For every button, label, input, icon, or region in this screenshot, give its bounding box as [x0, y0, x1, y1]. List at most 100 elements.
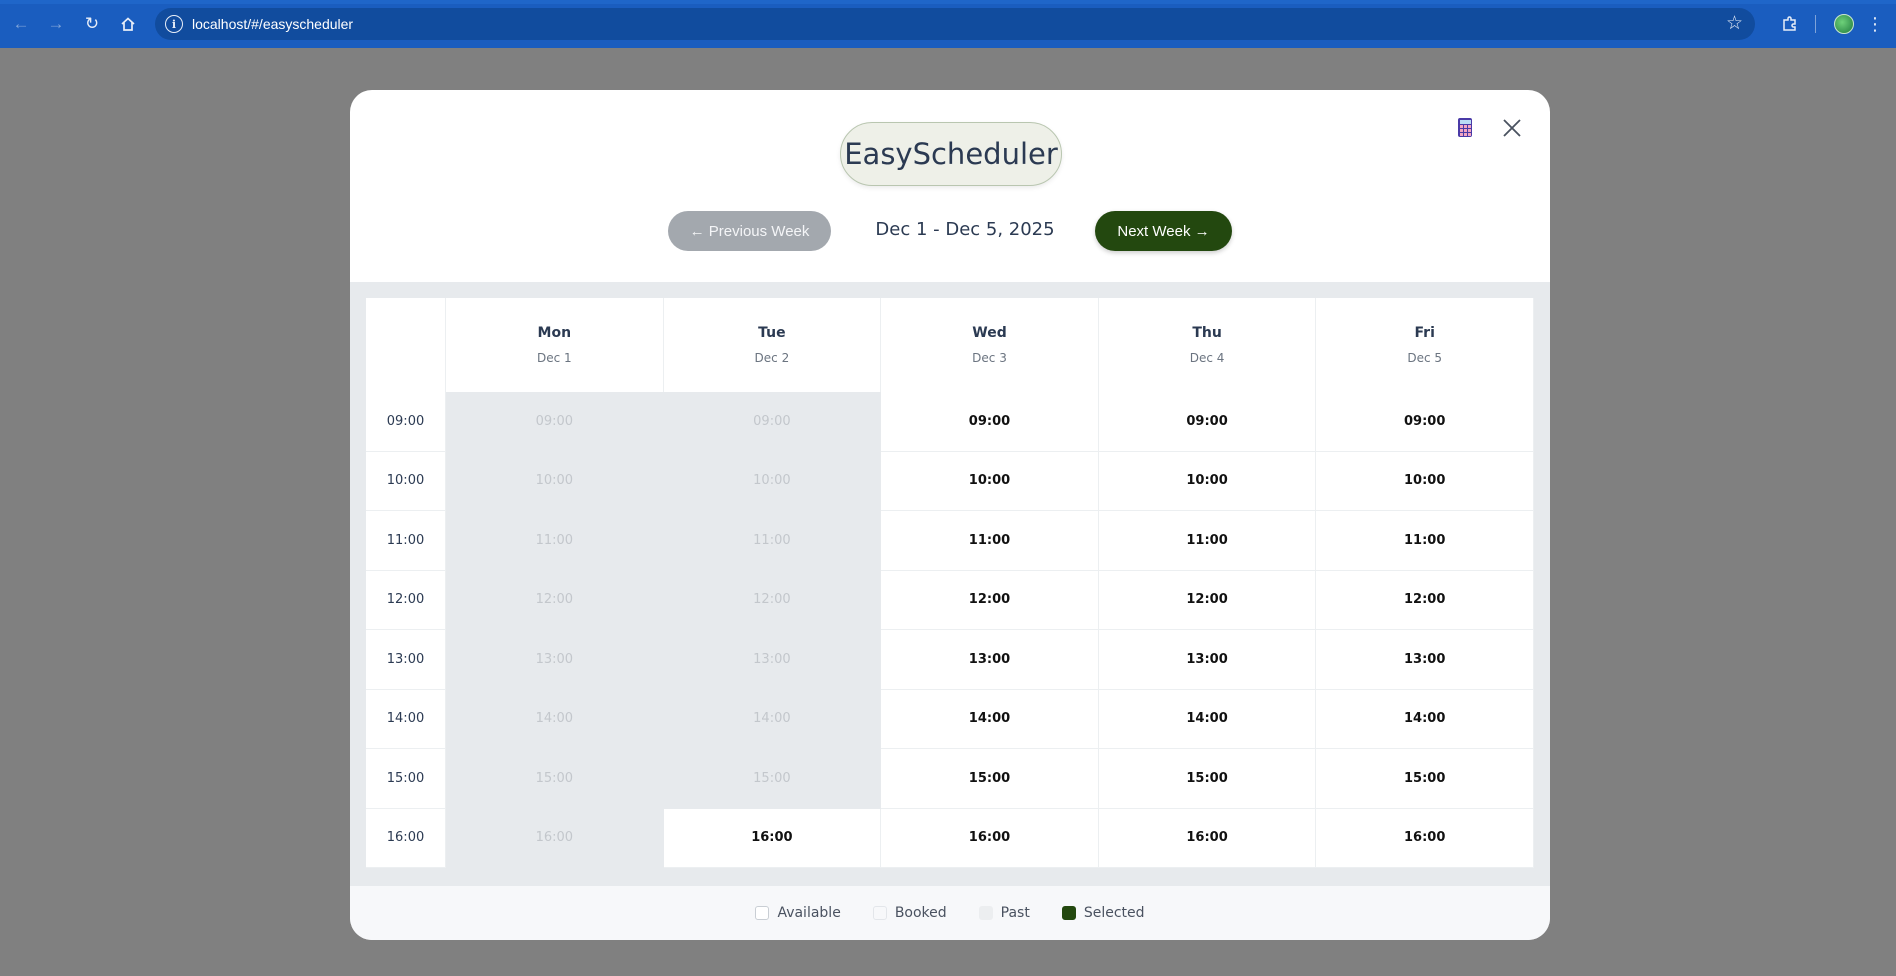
- home-icon[interactable]: [116, 12, 140, 36]
- forward-icon[interactable]: →: [44, 12, 68, 36]
- browser-toolbar: ← → ↻ i localhost/#/easyscheduler ☆ ⋮: [0, 0, 1896, 48]
- time-slot-mon-0900: 09:00: [446, 392, 664, 452]
- time-slot-mon-1500: 15:00: [446, 749, 664, 809]
- time-slot-fri-0900[interactable]: 09:00: [1316, 392, 1534, 452]
- time-slot-thu-0900[interactable]: 09:00: [1098, 392, 1317, 452]
- time-slot-wed-1400[interactable]: 14:00: [881, 689, 1099, 749]
- day-date: Dec 4: [1189, 351, 1225, 365]
- selected-swatch: [1061, 906, 1076, 920]
- time-slot-mon-1200: 12:00: [446, 570, 664, 630]
- time-slot-tue-0900: 09:00: [663, 392, 882, 452]
- time-label: 09:00: [366, 392, 446, 452]
- grid-corner: [366, 298, 446, 392]
- next-week-button[interactable]: Next Week →: [1095, 211, 1232, 251]
- time-label: 15:00: [366, 749, 446, 809]
- time-slot-thu-1300[interactable]: 13:00: [1098, 630, 1317, 690]
- extensions-icon[interactable]: [1778, 12, 1802, 36]
- browser-menu-icon[interactable]: ⋮: [1866, 12, 1884, 36]
- calculator-icon[interactable]: [1458, 118, 1472, 137]
- available-swatch: [755, 906, 770, 920]
- legend-booked-label: Booked: [894, 905, 947, 921]
- day-header-mon: Mon Dec 1: [446, 298, 664, 392]
- time-slot-fri-1500[interactable]: 15:00: [1316, 749, 1534, 809]
- day-header-wed: Wed Dec 3: [881, 298, 1099, 392]
- legend-available: Available: [755, 905, 841, 921]
- time-slot-wed-1100[interactable]: 11:00: [881, 511, 1099, 571]
- legend-booked: Booked: [872, 905, 947, 921]
- day-date: Dec 1: [536, 351, 572, 365]
- bookmark-star-icon[interactable]: ☆: [1726, 12, 1743, 35]
- time-slot-wed-1300[interactable]: 13:00: [881, 630, 1099, 690]
- time-slot-wed-1500[interactable]: 15:00: [881, 749, 1099, 809]
- time-slot-tue-1400: 14:00: [663, 689, 882, 749]
- legend-available-label: Available: [777, 905, 841, 921]
- time-slot-wed-0900[interactable]: 09:00: [881, 392, 1099, 452]
- legend-past: Past: [978, 905, 1030, 921]
- time-slot-tue-1200: 12:00: [663, 570, 882, 630]
- time-slot-fri-1600[interactable]: 16:00: [1316, 808, 1534, 868]
- legend-past-label: Past: [1000, 905, 1030, 921]
- time-slot-fri-1300[interactable]: 13:00: [1316, 630, 1534, 690]
- day-date: Dec 3: [972, 351, 1007, 365]
- time-slot-thu-1200[interactable]: 12:00: [1098, 570, 1317, 630]
- time-slot-tue-1600[interactable]: 16:00: [663, 808, 882, 868]
- day-header-tue: Tue Dec 2: [664, 298, 882, 392]
- time-label: 13:00: [366, 630, 446, 690]
- time-slot-tue-1300: 13:00: [663, 630, 882, 690]
- time-slot-fri-1100[interactable]: 11:00: [1316, 511, 1534, 571]
- past-swatch: [978, 906, 993, 920]
- legend: Available Booked Past Selected: [350, 886, 1550, 940]
- time-slot-wed-1000[interactable]: 10:00: [881, 451, 1099, 511]
- time-slot-mon-1300: 13:00: [446, 630, 664, 690]
- time-slot-fri-1000[interactable]: 10:00: [1316, 451, 1534, 511]
- tab-strip-edge: [0, 0, 1896, 4]
- time-label: 14:00: [366, 689, 446, 749]
- time-label: 12:00: [366, 570, 446, 630]
- time-slot-thu-1400[interactable]: 14:00: [1098, 689, 1317, 749]
- time-label: 11:00: [366, 511, 446, 571]
- week-range-label: Dec 1 - Dec 5, 2025: [875, 219, 1055, 240]
- site-info-icon[interactable]: i: [165, 15, 183, 33]
- time-slot-mon-1600: 16:00: [446, 808, 664, 868]
- time-slot-tue-1000: 10:00: [663, 451, 882, 511]
- day-header-fri: Fri Dec 5: [1316, 298, 1534, 392]
- scheduler-modal: EasyScheduler ← Previous Week Dec 1 - De…: [350, 90, 1550, 940]
- day-name: Thu: [1192, 325, 1222, 341]
- day-name: Wed: [972, 325, 1007, 341]
- address-url[interactable]: localhost/#/easyscheduler: [192, 16, 353, 32]
- legend-selected-label: Selected: [1083, 905, 1145, 921]
- time-slot-mon-1000: 10:00: [446, 451, 664, 511]
- time-slot-thu-1500[interactable]: 15:00: [1098, 749, 1317, 809]
- previous-week-button[interactable]: ← Previous Week: [668, 211, 831, 251]
- legend-selected: Selected: [1061, 905, 1145, 921]
- toolbar-separator: [1815, 15, 1816, 33]
- time-label: 10:00: [366, 451, 446, 511]
- day-name: Mon: [537, 325, 572, 341]
- day-date: Dec 2: [754, 351, 790, 365]
- time-slot-wed-1200[interactable]: 12:00: [881, 570, 1099, 630]
- day-name: Fri: [1414, 325, 1435, 341]
- time-label: 16:00: [366, 808, 446, 868]
- day-header-thu: Thu Dec 4: [1099, 298, 1317, 392]
- time-slot-tue-1100: 11:00: [663, 511, 882, 571]
- time-slot-fri-1400[interactable]: 14:00: [1316, 689, 1534, 749]
- time-slot-thu-1100[interactable]: 11:00: [1098, 511, 1317, 571]
- time-slot-thu-1000[interactable]: 10:00: [1098, 451, 1317, 511]
- reload-icon[interactable]: ↻: [80, 12, 104, 36]
- profile-avatar[interactable]: [1834, 14, 1854, 34]
- close-icon[interactable]: [1500, 116, 1524, 140]
- app-title: EasyScheduler: [840, 122, 1062, 186]
- time-slot-mon-1400: 14:00: [446, 689, 664, 749]
- calendar-grid: Mon Dec 1 Tue Dec 2 Wed Dec 3 Thu Dec 4 Fri Dec 5…: [366, 298, 1534, 868]
- time-slot-fri-1200[interactable]: 12:00: [1316, 570, 1534, 630]
- day-date: Dec 5: [1407, 351, 1443, 365]
- back-icon[interactable]: ←: [9, 12, 33, 36]
- time-slot-tue-1500: 15:00: [663, 749, 882, 809]
- time-slot-wed-1600[interactable]: 16:00: [881, 808, 1099, 868]
- time-slot-mon-1100: 11:00: [446, 511, 664, 571]
- booked-swatch: [872, 906, 887, 920]
- time-slot-thu-1600[interactable]: 16:00: [1098, 808, 1317, 868]
- address-bar[interactable]: i localhost/#/easyscheduler ☆: [155, 8, 1755, 40]
- calendar-area: Mon Dec 1 Tue Dec 2 Wed Dec 3 Thu Dec 4 Fri Dec 5…: [350, 282, 1550, 886]
- day-name: Tue: [758, 325, 786, 341]
